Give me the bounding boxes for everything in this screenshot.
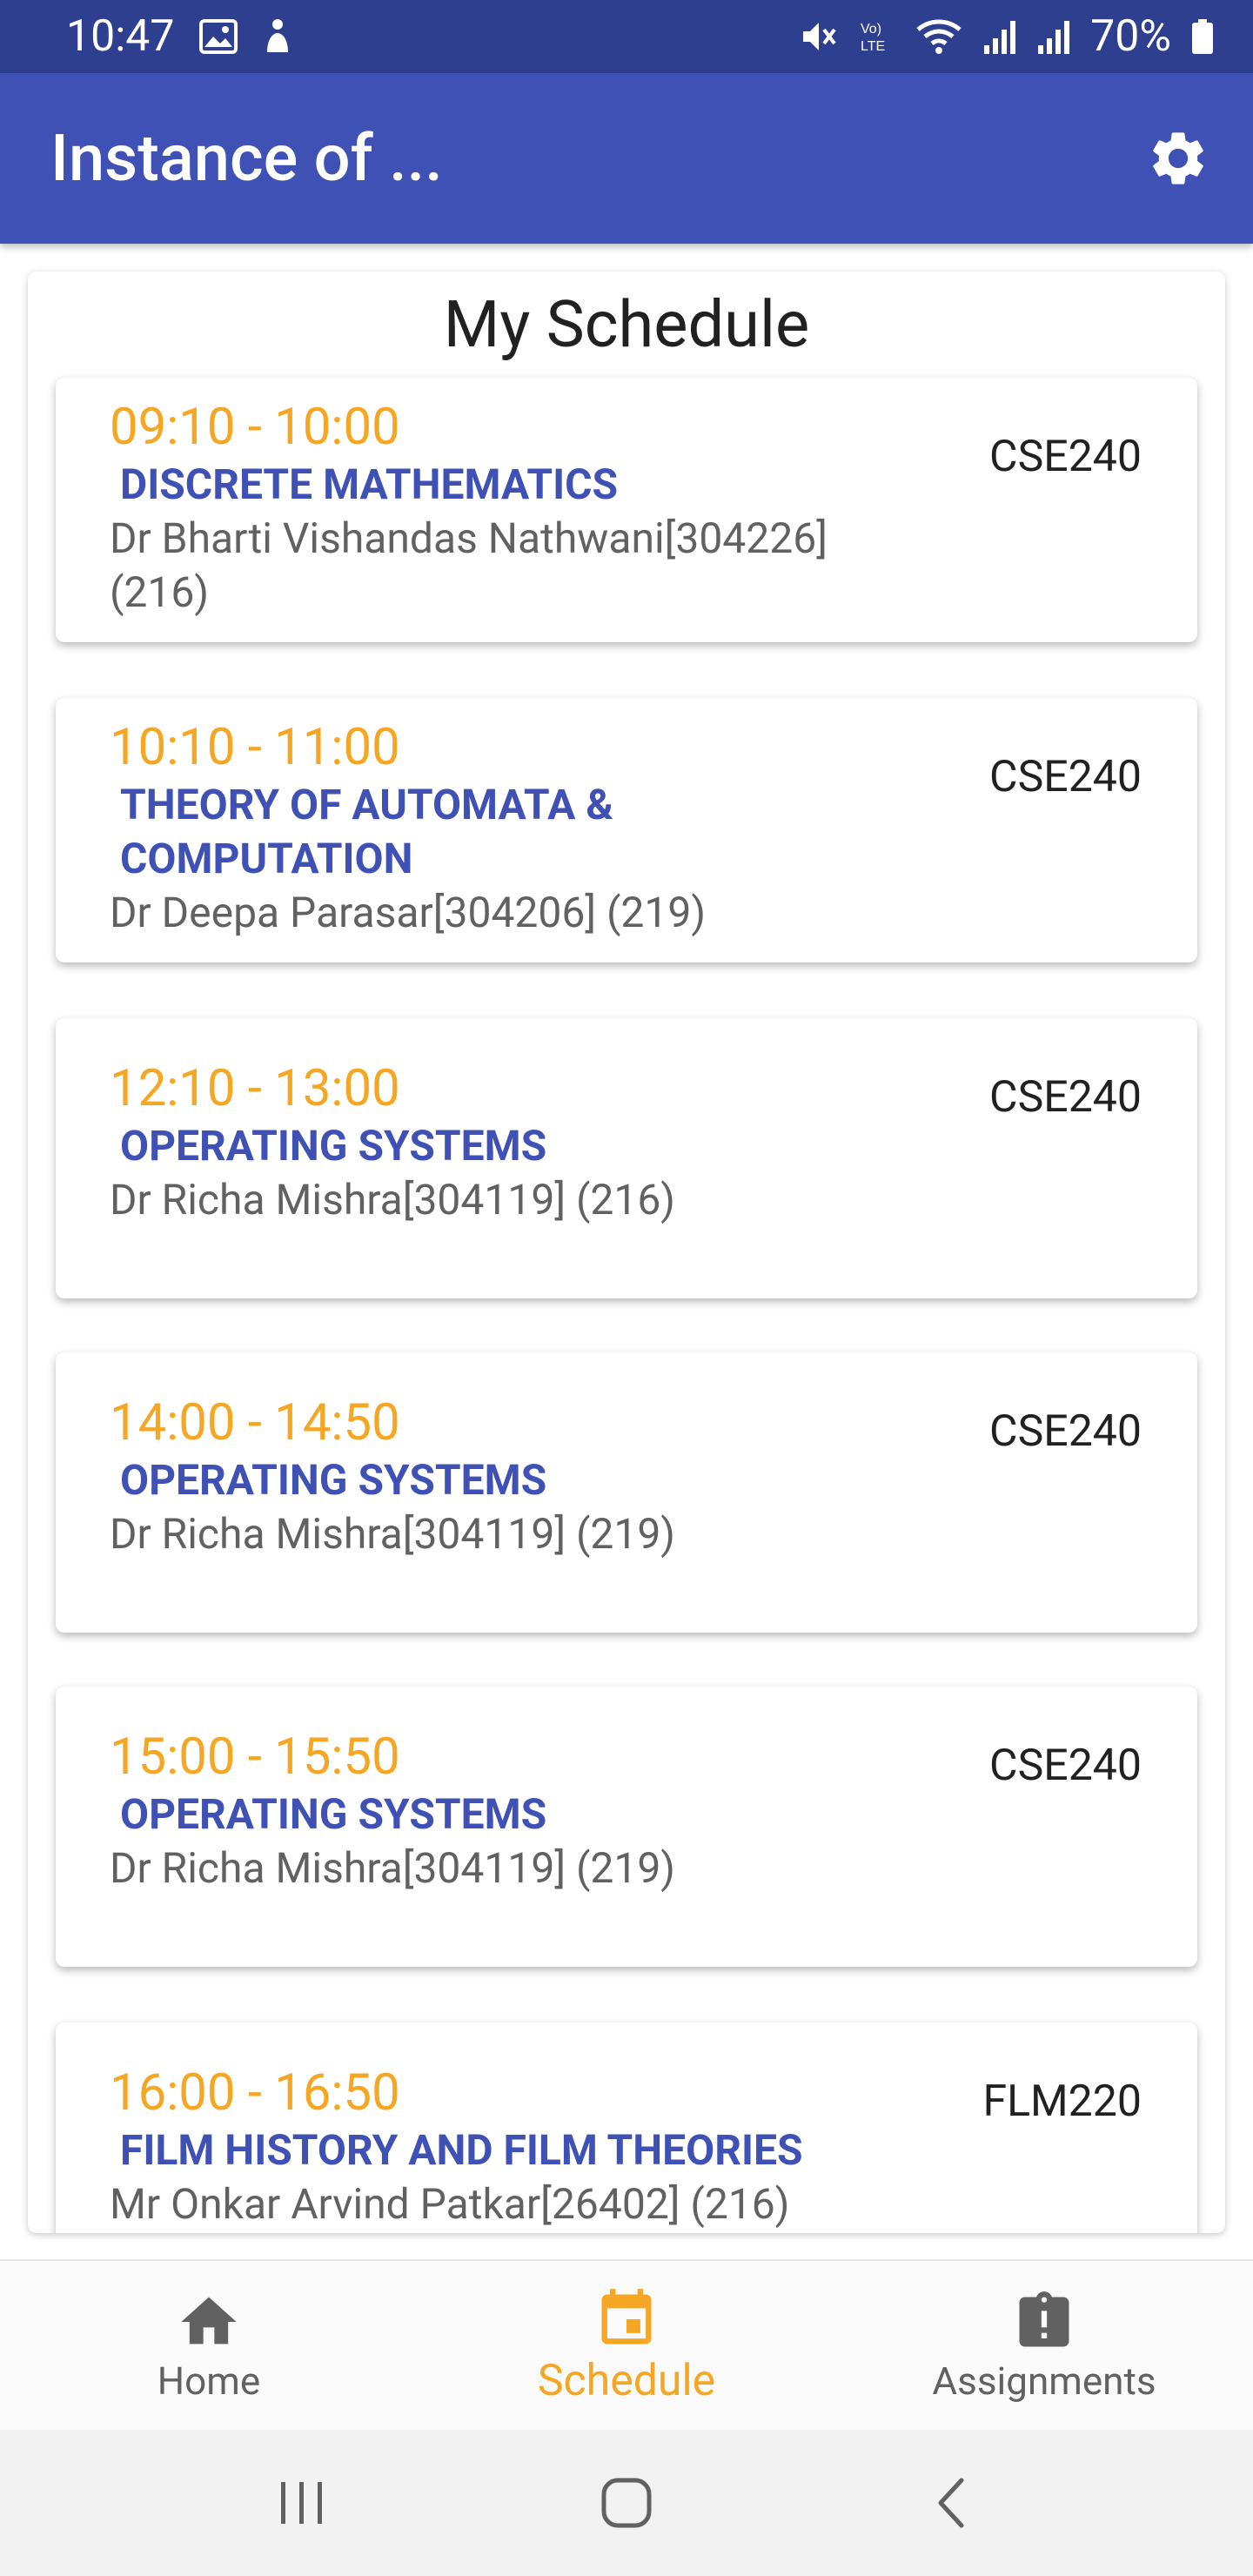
recent-apps-button[interactable] (250, 2451, 354, 2555)
schedule-card[interactable]: My Schedule 09:10 - 10:00 DISCRETE MATHE… (28, 272, 1225, 2233)
image-icon (198, 19, 238, 54)
class-time: 14:00 - 14:50 (110, 1393, 400, 1452)
class-subject: OPERATING SYSTEMS (120, 1789, 547, 1839)
accessibility-icon (262, 17, 293, 56)
home-icon (181, 2297, 237, 2345)
class-teacher: Dr Bharti Vishandas Nathwani[304226] (21… (110, 513, 828, 617)
signal-icon (1036, 17, 1071, 56)
battery-icon (1190, 17, 1215, 56)
recent-apps-icon (280, 2482, 322, 2524)
class-item[interactable]: 09:10 - 10:00 DISCRETE MATHEMATICS Dr Bh… (56, 378, 1197, 642)
mute-icon (800, 17, 838, 56)
class-code: CSE240 (989, 1072, 1142, 1123)
status-right: Vo) LTE 70% (800, 11, 1215, 62)
class-item[interactable]: 15:00 - 15:50 OPERATING SYSTEMS Dr Richa… (56, 1687, 1197, 1967)
battery-percent: 70% (1090, 11, 1171, 62)
class-code: FLM220 (982, 2076, 1142, 2127)
class-item[interactable]: 14:00 - 14:50 OPERATING SYSTEMS Dr Richa… (56, 1352, 1197, 1633)
class-item[interactable]: 16:00 - 16:50 FILM HISTORY AND FILM THEO… (56, 2023, 1197, 2233)
wifi-icon (915, 17, 963, 56)
app-title: Instance of ... (50, 120, 443, 197)
system-nav (0, 2430, 1253, 2576)
class-teacher: Mr Onkar Arvind Patkar[26402] (216) (110, 2179, 790, 2229)
status-left: 10:47 (66, 11, 293, 62)
class-item[interactable]: 12:10 - 13:00 OPERATING SYSTEMS Dr Richa… (56, 1018, 1197, 1298)
class-code: CSE240 (989, 432, 1142, 482)
class-code: CSE240 (989, 1406, 1142, 1457)
class-subject: OPERATING SYSTEMS (120, 1121, 547, 1171)
svg-text:Vo): Vo) (861, 22, 881, 37)
nav-item-assignments[interactable]: Assignments (888, 2289, 1201, 2404)
status-time: 10:47 (66, 11, 175, 62)
class-time: 10:10 - 11:00 (110, 718, 400, 777)
home-circle-icon (601, 2478, 652, 2528)
class-time: 15:00 - 15:50 (110, 1727, 400, 1787)
schedule-title: My Schedule (443, 287, 810, 363)
class-code: CSE240 (989, 752, 1142, 802)
app-bar: Instance of ... (0, 73, 1253, 244)
class-teacher: Dr Richa Mishra[304119] (216) (110, 1175, 676, 1224)
class-code: CSE240 (989, 1741, 1142, 1791)
back-button[interactable] (899, 2451, 1003, 2555)
class-time: 12:10 - 13:00 (110, 1059, 400, 1118)
class-teacher: Dr Deepa Parasar[304206] (219) (110, 888, 707, 937)
class-teacher: Dr Richa Mishra[304119] (219) (110, 1509, 676, 1559)
calendar-icon (601, 2289, 652, 2345)
nav-label-schedule: Schedule (537, 2356, 716, 2406)
class-subject: THEORY OF AUTOMATA & COMPUTATION (120, 780, 613, 883)
class-subject: FILM HISTORY AND FILM THEORIES (120, 2125, 803, 2175)
nav-item-home[interactable]: Home (52, 2289, 365, 2404)
class-time: 09:10 - 10:00 (110, 398, 400, 457)
gear-icon (1153, 132, 1203, 184)
settings-button[interactable] (1143, 124, 1213, 193)
back-icon (938, 2478, 964, 2528)
class-teacher: Dr Richa Mishra[304119] (219) (110, 1843, 676, 1893)
bottom-nav: Home Schedule Assignments (0, 2259, 1253, 2432)
assignment-icon (1019, 2291, 1069, 2347)
class-subject: OPERATING SYSTEMS (120, 1455, 547, 1505)
nav-item-schedule[interactable]: Schedule (470, 2286, 783, 2406)
nav-label-assignments: Assignments (932, 2358, 1156, 2404)
volte-icon: Vo) LTE (857, 17, 895, 56)
status-bar: 10:47 Vo) LTE 70% (0, 0, 1253, 73)
class-subject: DISCRETE MATHEMATICS (120, 460, 619, 509)
system-home-button[interactable] (574, 2451, 679, 2555)
svg-text:LTE: LTE (861, 39, 885, 54)
signal-icon (982, 17, 1017, 56)
class-item[interactable]: 10:10 - 11:00 THEORY OF AUTOMATA & COMPU… (56, 698, 1197, 963)
nav-label-home: Home (157, 2358, 261, 2404)
